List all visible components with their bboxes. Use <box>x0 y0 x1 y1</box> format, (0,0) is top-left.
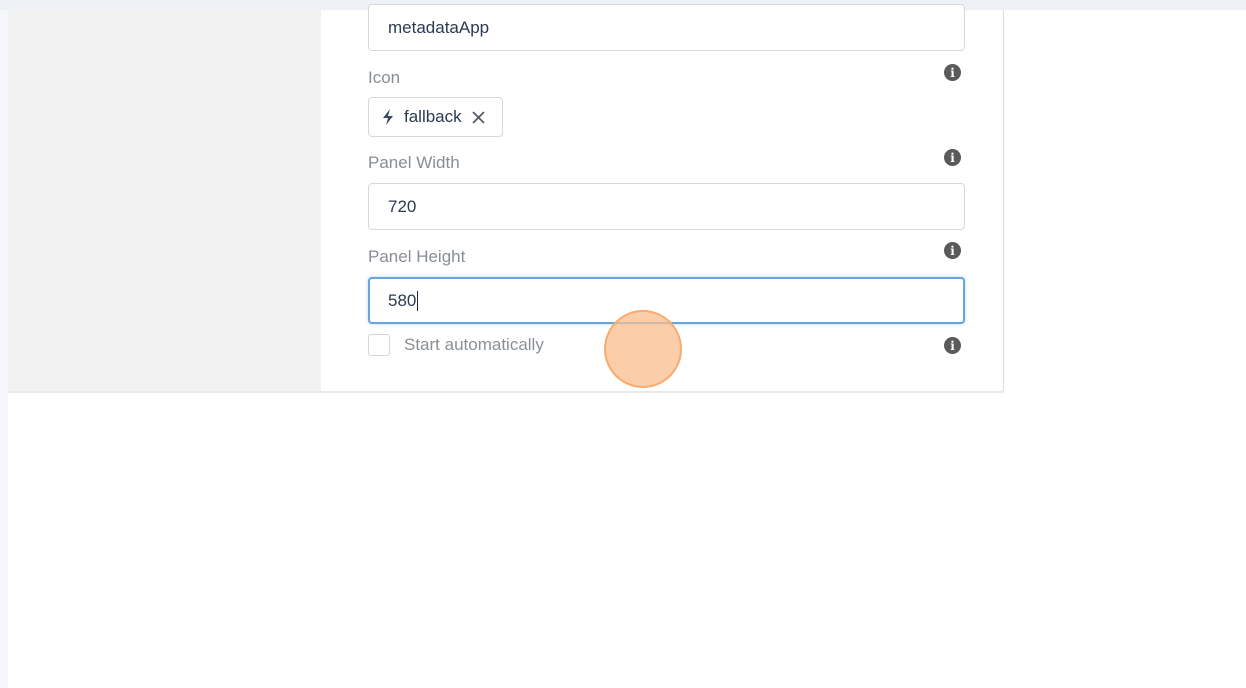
start-automatically-checkbox[interactable] <box>368 334 390 356</box>
info-icon[interactable]: i <box>944 242 961 259</box>
name-field-value: metadataApp <box>388 17 490 37</box>
panel-height-label: Panel Height <box>368 247 466 266</box>
icon-chip[interactable]: fallback <box>368 97 503 137</box>
panel-height-value: 580 <box>388 290 417 310</box>
text-caret <box>417 290 419 311</box>
click-indicator <box>604 310 682 388</box>
panel-shadow <box>8 391 1004 393</box>
panel-width-value: 720 <box>388 196 417 216</box>
name-field[interactable]: metadataApp <box>368 4 965 51</box>
left-strip <box>0 10 8 688</box>
panel-width-input[interactable]: 720 <box>368 183 965 230</box>
info-icon[interactable]: i <box>944 149 961 166</box>
panel-width-label: Panel Width <box>368 153 460 172</box>
icon-label: Icon <box>368 68 401 87</box>
icon-chip-label: fallback <box>404 107 462 126</box>
start-automatically-label[interactable]: Start automatically <box>404 335 544 355</box>
info-icon[interactable]: i <box>944 64 961 81</box>
close-icon[interactable] <box>471 110 486 125</box>
panel-sidebar <box>8 10 321 391</box>
info-icon[interactable]: i <box>944 337 961 354</box>
bolt-icon <box>383 109 393 125</box>
